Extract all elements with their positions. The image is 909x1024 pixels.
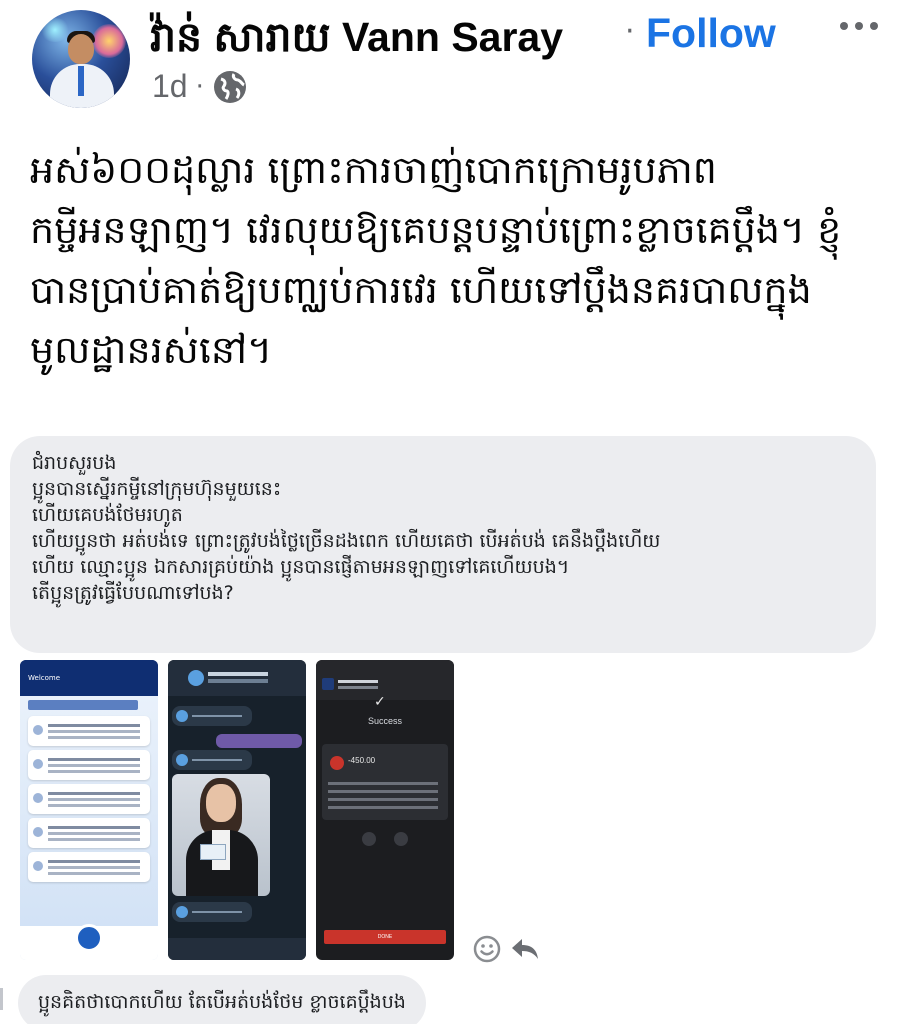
- dot: [870, 22, 878, 30]
- voice-message: [172, 706, 252, 726]
- done-button: DONE: [324, 930, 446, 944]
- app-header: Welcome: [20, 660, 158, 696]
- post-header: វ៉ាន់ សារាយ Vann Saray · Follow 1d ·: [0, 0, 909, 120]
- separator-dot: ·: [195, 71, 204, 102]
- voice-message: [172, 902, 252, 922]
- save-icon: [394, 832, 408, 846]
- photo-face: [206, 784, 236, 822]
- notification-card: [28, 716, 150, 746]
- message-line: ហើយគេបង់ថែមរហូត: [32, 504, 183, 526]
- more-options-icon[interactable]: [834, 6, 884, 46]
- shared-message-bubble: ជំរាបសួរបង ប្អូនបានស្នើរកម្ចីនៅក្រុមហ៊ុន…: [10, 436, 876, 653]
- chat-avatar: [188, 670, 204, 686]
- chat-title: [208, 672, 268, 676]
- notification-card: [28, 784, 150, 814]
- share-icon: [362, 832, 376, 846]
- notification-card: [28, 818, 150, 848]
- outgoing-message: [216, 734, 302, 748]
- avatar-lanyard: [78, 66, 84, 96]
- post-text: អស់៦០០ដុល្លារ ព្រោះការចាញ់បោកក្រោមរូបភាព…: [30, 148, 842, 372]
- app-logo: [28, 700, 138, 710]
- voice-message: [172, 750, 252, 770]
- chat-screenshot[interactable]: [168, 660, 306, 960]
- message-line: ជំរាបសួរបង: [32, 452, 117, 474]
- comment-bubble[interactable]: ប្អូនគិតថាបោកហើយ តែបើអត់បង់ថែម ខ្លាចគេប្…: [18, 975, 426, 1024]
- smiley-icon[interactable]: [472, 934, 502, 964]
- chat-input-bar: [168, 938, 306, 960]
- loan-app-screenshot[interactable]: Welcome: [20, 660, 158, 960]
- message-line: ហើយប្អូនថា អត់បង់ទេ ព្រោះត្រូវបង់ថ្លៃច្រ…: [32, 530, 661, 552]
- thread-line: [0, 988, 12, 1010]
- message-line: ប្អូនបានស្នើរកម្ចីនៅក្រុមហ៊ុនមួយនេះ: [32, 478, 282, 500]
- home-button-icon: [75, 924, 103, 952]
- check-icon: ✓: [374, 694, 386, 710]
- transaction-details: [328, 782, 438, 785]
- post-timestamp[interactable]: 1d: [152, 68, 188, 105]
- currency-icon: [330, 756, 344, 770]
- avatar-background-light: [40, 18, 70, 42]
- avatar-head: [68, 34, 94, 64]
- app-header-title: Welcome: [28, 674, 61, 682]
- payment-screenshot[interactable]: ✓ Success -450.00 DONE: [316, 660, 454, 960]
- globe-icon[interactable]: [212, 69, 248, 105]
- notification-card: [28, 750, 150, 780]
- separator-dot: ·: [625, 14, 635, 49]
- author-name[interactable]: វ៉ាន់ សារាយ Vann Saray: [150, 12, 563, 72]
- avatar[interactable]: [32, 10, 130, 108]
- bank-logo-icon: [322, 678, 334, 690]
- id-photo: [172, 774, 270, 896]
- notification-card: [28, 852, 150, 882]
- payment-header-text: [338, 680, 378, 683]
- reply-arrow-icon[interactable]: [510, 936, 540, 962]
- photo-id-card: [200, 844, 226, 860]
- dot: [840, 22, 848, 30]
- follow-button[interactable]: Follow: [646, 10, 776, 57]
- message-line: ហើយ ឈ្មោះប្អូន ឯកសារគ្រប់យ៉ាង ប្អូនបានផ្…: [32, 556, 570, 578]
- dot: [855, 22, 863, 30]
- chat-header: [168, 660, 306, 696]
- message-line: តើប្អូនត្រូវធ្វើបែបណាទៅបង?: [32, 582, 234, 604]
- transaction-amount: -450.00: [348, 756, 376, 765]
- avatar-background-light: [92, 24, 126, 58]
- post-meta: 1d ·: [152, 68, 248, 105]
- success-label: Success: [367, 716, 402, 726]
